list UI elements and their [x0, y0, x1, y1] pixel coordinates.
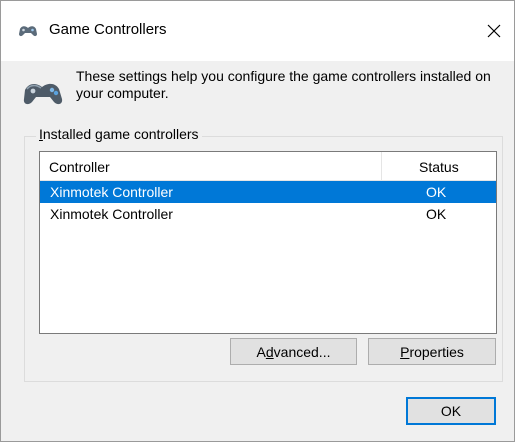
- list-header: Controller Status: [40, 152, 496, 181]
- controllers-list[interactable]: Controller Status Xinmotek Controller OK…: [39, 151, 497, 334]
- controller-status: OK: [426, 206, 447, 222]
- advanced-label-post: vanced...: [273, 343, 331, 360]
- gamepad-icon: [17, 23, 39, 39]
- close-icon: [487, 24, 501, 41]
- description-text: These settings help you configure the ga…: [76, 68, 491, 101]
- table-row[interactable]: Xinmotek Controller OK: [40, 203, 496, 225]
- controller-name: Xinmotek Controller: [50, 206, 173, 222]
- title-bar[interactable]: Game Controllers: [1, 1, 514, 61]
- group-label-rest: nstalled game controllers: [42, 126, 199, 142]
- properties-label-post: roperties: [409, 343, 464, 360]
- advanced-button[interactable]: Ad vanced...: [230, 338, 357, 365]
- ok-button[interactable]: OK: [406, 397, 496, 425]
- close-button[interactable]: [477, 15, 511, 49]
- advanced-label-pre: A: [256, 343, 266, 360]
- controller-name: Xinmotek Controller: [50, 184, 173, 200]
- ok-label: OK: [440, 403, 462, 419]
- column-divider[interactable]: [381, 152, 382, 181]
- group-label: Installed game controllers: [36, 126, 202, 142]
- table-row[interactable]: Xinmotek Controller OK: [40, 181, 496, 203]
- advanced-label-accel: d: [265, 343, 274, 360]
- window-title: Game Controllers: [49, 21, 167, 38]
- properties-label-accel: P: [400, 343, 410, 360]
- controller-status: OK: [426, 184, 447, 200]
- column-header-status[interactable]: Status: [419, 159, 459, 175]
- column-header-controller[interactable]: Controller: [49, 159, 110, 175]
- game-controllers-dialog: Game Controllers These settings help you…: [0, 0, 515, 442]
- properties-button[interactable]: Properties: [368, 338, 496, 365]
- gamepad-icon: [21, 76, 67, 110]
